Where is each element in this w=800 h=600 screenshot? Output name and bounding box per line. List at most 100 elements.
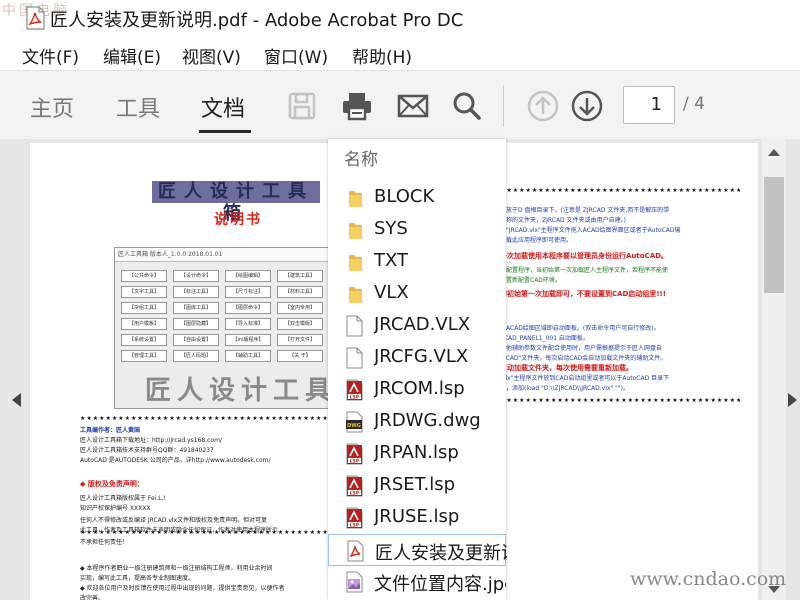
document-text-line: 需初始第一次加载即可，不要设置到CAD启动组里!!! <box>500 290 666 298</box>
file-list-item[interactable]: TXT <box>328 246 506 278</box>
embedded-menu-button: 【公共命令】 <box>121 270 167 282</box>
file-list-item[interactable]: DWG JRDWG.dwg <box>328 406 506 438</box>
vertical-scrollbar[interactable] <box>762 139 786 600</box>
document-text-line: 实现，编写此工具，提高各专业制图速度。 <box>80 575 195 582</box>
scroll-thumb[interactable] <box>764 177 784 293</box>
star-divider: ★★★★★★★★★★★★★★★★★★★★★★★★★★★★★★★★★★★★★★★★… <box>80 415 330 422</box>
document-text-line: 其他辅助参数文件配合使用时，用户需根据提示于匠人网盘自 <box>500 345 663 352</box>
scroll-up-arrow-icon[interactable] <box>768 149 780 156</box>
file-list-item[interactable]: 匠人安装及更新说明.pdf <box>328 534 507 566</box>
print-button[interactable] <box>340 89 374 123</box>
svg-text:DWG: DWG <box>347 423 361 429</box>
file-list-item[interactable]: JRCAD.VLX <box>328 310 506 342</box>
lsp-file-icon: LSP <box>346 443 363 465</box>
file-name: 匠人安装及更新说明.pdf <box>375 543 507 564</box>
file-list-item[interactable]: BLOCK <box>328 182 506 214</box>
previous-page-button[interactable] <box>526 89 560 123</box>
file-list-item[interactable]: LSP JRCOM.lsp <box>328 374 506 406</box>
embedded-menu-button: 【自由设置】 <box>173 334 219 346</box>
document-banner: 匠人设计工具箱 <box>152 181 320 224</box>
file-name: JRCAD.VLX <box>374 314 471 335</box>
file-list-item[interactable]: LSP JRPAN.lsp <box>328 438 506 470</box>
document-text-line: 此工具，作者及工具箱软件未声明或隐含任何保证，作者对使用本程序所引 <box>80 527 279 534</box>
column-header-name[interactable]: 名称 <box>344 145 378 170</box>
menu-window[interactable]: 窗口(W) <box>264 43 328 68</box>
lsp-file-icon: LSP <box>346 507 363 529</box>
file-name: JRCFG.VLX <box>374 346 469 367</box>
file-list-item[interactable]: 文件位置内容.jpg <box>328 566 506 598</box>
embedded-menu-button: 【打开文件】 <box>277 334 323 346</box>
folder-icon <box>349 287 362 303</box>
menu-file[interactable]: 文件(F) <box>22 43 79 68</box>
embedded-menu-button: 【设计命令】 <box>173 270 219 282</box>
file-icon <box>346 315 363 337</box>
document-text-line: ◆ 本程序作者职业一级注册建筑师和一级注册结构工程师，利用业余时间 <box>80 565 273 572</box>
document-text-line: 名称的文件夹，ZJRCAD 文件夹或由用户自建。) <box>500 217 626 224</box>
menu-bar: 文件(F) 编辑(E) 视图(V) 窗口(W) 帮助(H) <box>0 36 800 70</box>
svg-text:LSP: LSP <box>350 458 360 464</box>
print-icon <box>343 93 371 121</box>
file-list-item[interactable]: LSP JRUSE.lsp <box>328 502 506 534</box>
page-up-icon <box>527 90 559 122</box>
file-list-item[interactable]: JRCFG.VLX <box>328 342 506 374</box>
dwg-file-icon: DWG <box>346 411 363 433</box>
document-subtitle: 说明书 <box>214 212 262 228</box>
document-text-line: 一次加载使用本程序要以管理员身份运行AutoCAD。 <box>500 252 668 260</box>
embedded-menu-button: 【辅助工具】 <box>225 350 271 362</box>
expand-right-pane-arrow-icon[interactable] <box>788 393 797 407</box>
watermark-prefix: www. <box>630 568 683 590</box>
embedded-menu-button: 【系统设置】 <box>121 334 167 346</box>
embedded-menu-button: 【尺寸标注】 <box>225 286 271 298</box>
file-name: TXT <box>374 250 409 271</box>
save-button[interactable] <box>285 89 319 123</box>
page-down-icon <box>571 90 603 122</box>
embedded-menu-button: 【图库工具】 <box>173 302 219 314</box>
file-list-item[interactable]: VLX <box>328 278 506 310</box>
file-name: VLX <box>374 282 409 303</box>
page-number-input[interactable]: 1 <box>623 86 675 124</box>
document-text-line: 匠人设计工具箱下载地址：http://jrcad.ys168.com/ <box>80 437 222 444</box>
embedded-app-screenshot: 匠人工具箱 版本人_1.0.0 2018.01.01 【公共命令】 【设计命令】【… <box>114 247 363 409</box>
window-title: 匠人安装及更新说明.pdf - Adobe Acrobat Pro DC <box>50 10 464 31</box>
document-text-line: 击ACAD绘图区域即启动面板。(双击命令用户可自行修改)。 <box>500 325 660 332</box>
file-list-item[interactable]: SYS <box>328 214 506 246</box>
file-name: BLOCK <box>374 186 435 207</box>
next-page-button[interactable] <box>570 89 604 123</box>
folder-icon <box>349 255 362 271</box>
menu-edit[interactable]: 编辑(E) <box>103 43 161 68</box>
folder-icon <box>349 191 362 207</box>
embedded-menu-button: 【图层命令】 <box>225 302 271 314</box>
tab-home[interactable]: 主页 <box>30 91 74 123</box>
email-icon <box>397 94 429 118</box>
image-file-icon <box>346 571 363 593</box>
search-button[interactable] <box>450 89 484 123</box>
file-name: JRPAN.lsp <box>374 442 459 463</box>
collapse-left-pane-arrow-icon[interactable] <box>12 393 21 407</box>
file-list-item[interactable]: LSP JRSET.lsp <box>328 470 506 502</box>
document-text-line: RCAD_PANEL1_001 启动面板。 <box>500 335 589 342</box>
site-watermark: www.cndao.com <box>630 568 786 590</box>
document-text-line: ◆ 欢迎各位用户及时反馈在使用过程中出现的问题，提供宝贵意见，以便作者 <box>80 585 285 592</box>
embedded-menu-button: 【室内专用】 <box>277 302 323 314</box>
embedded-menu-button: 【双击模版】 <box>277 318 323 330</box>
document-text-line: 不承担任何责任！ <box>80 539 129 546</box>
document-text-line: 将放于D 盘根目录下。(注意是 ZJRCAD 文件夹,而不是解压的带 <box>500 207 670 214</box>
active-tab-indicator <box>199 130 251 133</box>
document-text-line: .vlx"主程序文件放到CAD启动组里或者可以于AutoCAD 目录下 <box>500 375 670 382</box>
embedded-menu-button: 【绘图编辑】 <box>225 270 271 282</box>
pdf-file-icon <box>347 540 364 562</box>
embedded-menu-button: 【导入标准】 <box>225 318 271 330</box>
tab-tools[interactable]: 工具 <box>116 91 160 123</box>
menu-view[interactable]: 视图(V) <box>182 43 241 68</box>
document-text-line: 中，添加(load "D:\\ZJRCAD\\JRCAD.vlx" "")。 <box>500 385 629 392</box>
email-button[interactable] <box>396 89 430 123</box>
tab-document[interactable]: 文档 <box>201 91 245 123</box>
embedded-menu-button: 【关 于】 <box>277 350 323 362</box>
document-text-line: ◆ 版权及免责声明： <box>80 480 144 488</box>
embedded-menu-button: 【标注工具】 <box>173 286 219 298</box>
star-divider: ★★★★★★★★★★★★★★★★★★★★★★★★★★★★★★★★★★★★★★★★… <box>500 187 740 194</box>
menu-help[interactable]: 帮助(H) <box>352 43 412 68</box>
watermark-suffix: .com <box>740 568 787 590</box>
svg-text:LSP: LSP <box>350 394 360 400</box>
svg-text:LSP: LSP <box>350 490 360 496</box>
